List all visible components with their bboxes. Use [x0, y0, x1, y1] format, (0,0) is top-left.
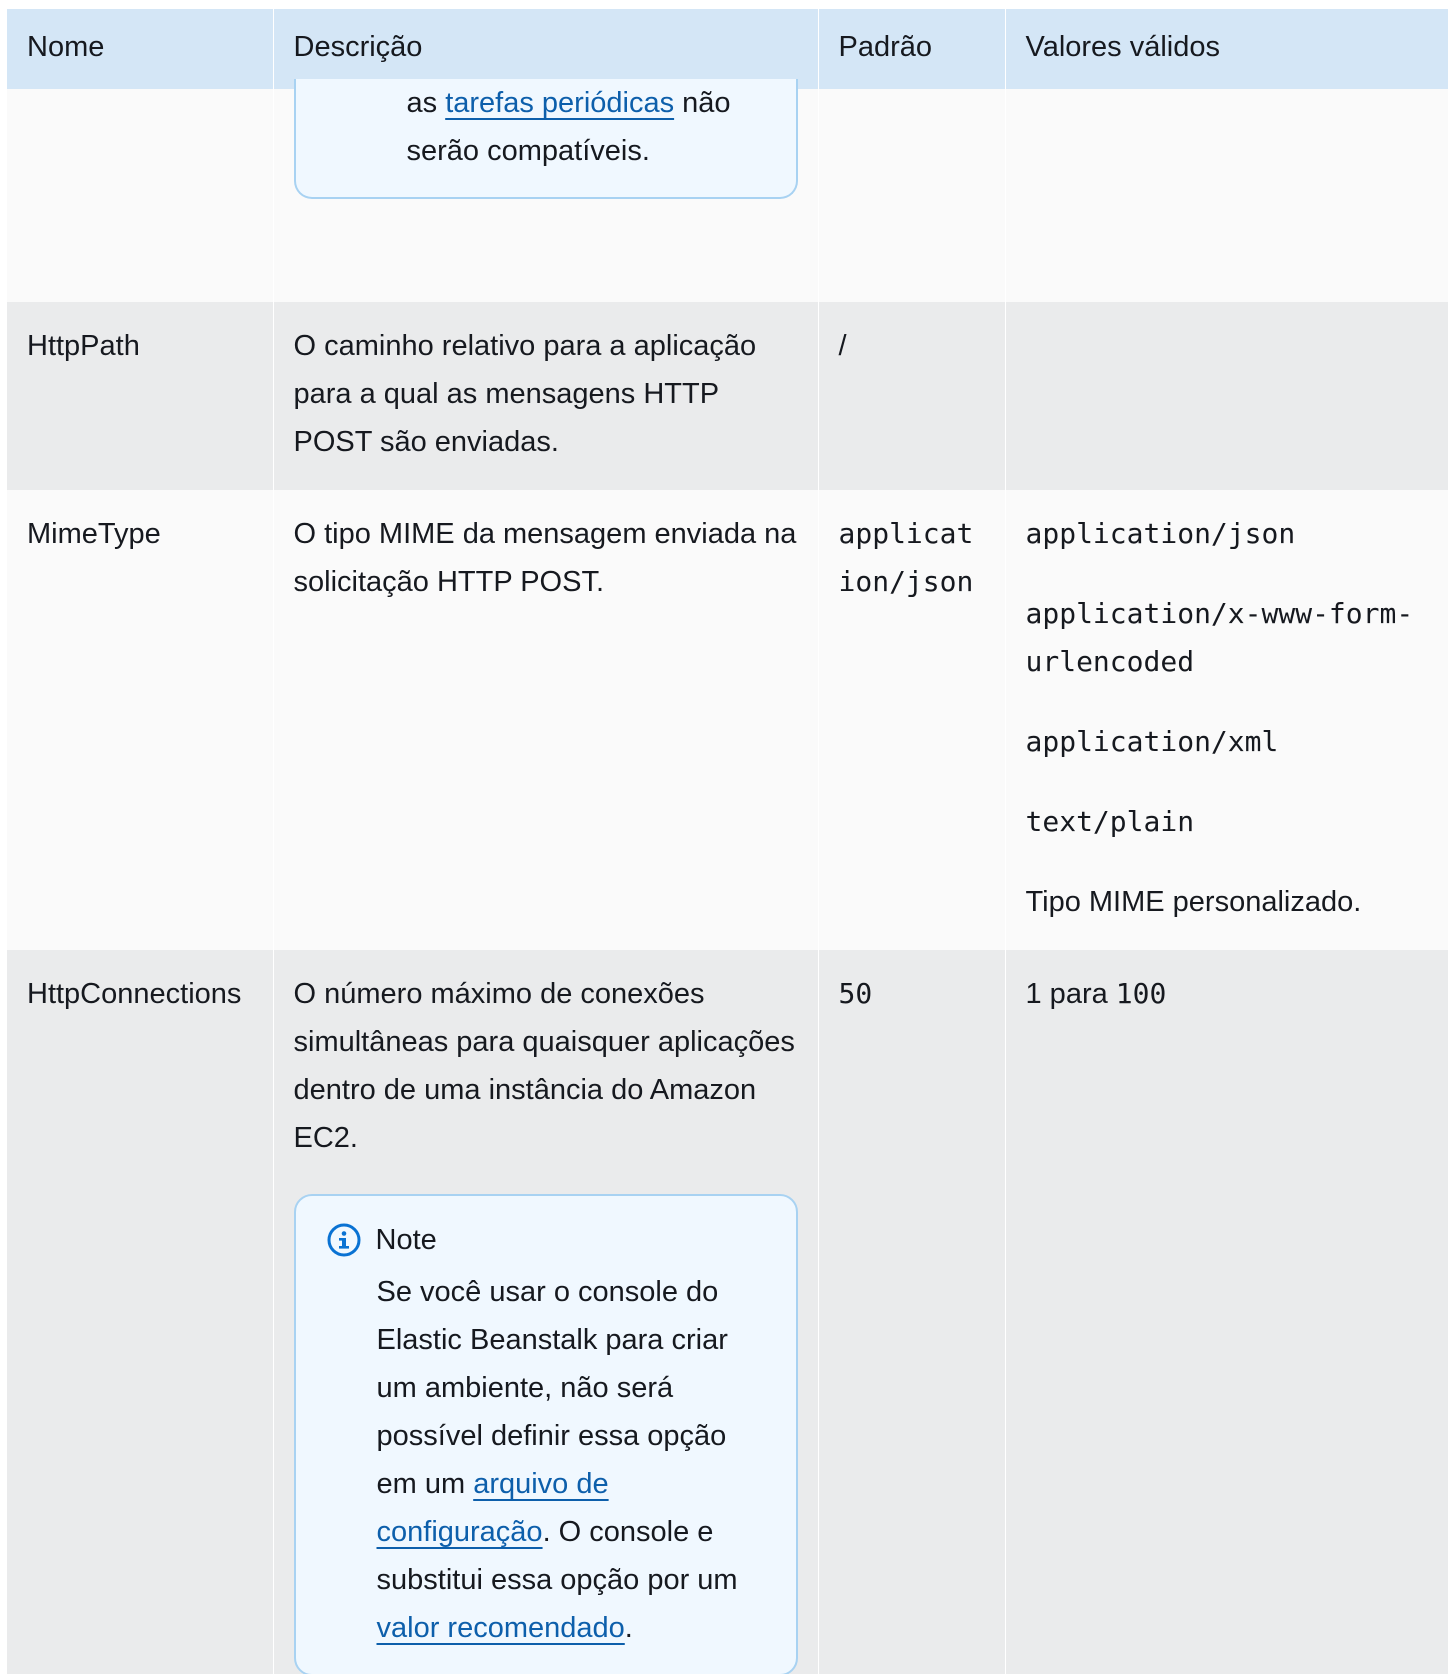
- note-text: as tarefas periódicas não serão compatív…: [406, 87, 731, 167]
- cell-name: MimeType: [7, 490, 273, 950]
- range-max-code: 100: [1115, 977, 1167, 1010]
- valid-value: application/xml: [1025, 725, 1279, 758]
- cell-default: [817, 89, 1005, 302]
- cell-valid-values: [1004, 302, 1448, 490]
- default-code: application/json: [838, 517, 974, 598]
- valid-value: application/x-www-form-urlencoded: [1025, 597, 1414, 678]
- note-box: Note Se você usar o console do Elastic B…: [293, 1194, 798, 1674]
- cell-name: HttpPath: [7, 302, 273, 490]
- table-row: HttpConnections O número máximo de conex…: [7, 950, 1448, 1674]
- header-name: Nome: [7, 9, 273, 89]
- table-row: HttpPath O caminho relativo para a aplic…: [7, 302, 1448, 490]
- cell-default: application/json: [817, 490, 1005, 950]
- cell-description: as tarefas periódicas não serão compatív…: [272, 79, 818, 302]
- note-box: as tarefas periódicas não serão compatív…: [293, 79, 798, 199]
- cell-default: /: [817, 302, 1005, 490]
- cell-description: O tipo MIME da mensagem enviada na solic…: [272, 490, 818, 950]
- header-description: Descrição: [272, 9, 818, 89]
- header-default: Padrão: [817, 9, 1005, 89]
- note-text: Se você usar o console do Elastic Beanst…: [376, 1276, 738, 1644]
- cell-valid-values: [1004, 89, 1448, 302]
- header-valid-values: Valores válidos: [1004, 9, 1448, 89]
- valid-value: Tipo MIME personalizado.: [1025, 886, 1362, 918]
- table-header-row: Nome Descrição Padrão Valores válidos: [7, 9, 1448, 89]
- recommended-value-link[interactable]: valor recomendado: [377, 1612, 625, 1644]
- range-prefix: 1 para: [1025, 978, 1116, 1010]
- note-header: Note: [326, 1216, 756, 1264]
- cell-default: 50: [817, 950, 1005, 1674]
- cell-valid-values: 1 para 100: [1004, 950, 1448, 1674]
- default-code: 50: [838, 977, 873, 1010]
- cell-name: [7, 89, 273, 302]
- note-title: Note: [375, 1224, 437, 1256]
- cell-description: O número máximo de conexões simultâneas …: [272, 950, 818, 1674]
- info-icon: [326, 1222, 362, 1258]
- cell-valid-values: application/json application/x-www-form-…: [1004, 490, 1448, 950]
- options-table: Nome Descrição Padrão Valores válidos as…: [7, 9, 1448, 1674]
- cell-description: O caminho relativo para a aplicação para…: [272, 302, 818, 490]
- cell-name: HttpConnections: [7, 950, 273, 1674]
- periodic-tasks-link[interactable]: tarefas periódicas: [445, 87, 674, 119]
- valid-values-list: application/json application/x-www-form-…: [1026, 510, 1429, 926]
- valid-value: text/plain: [1025, 805, 1195, 838]
- options-table-container: Nome Descrição Padrão Valores válidos as…: [7, 9, 1448, 1674]
- option-name: HttpConnections: [27, 978, 242, 1010]
- description-text: O número máximo de conexões simultâneas …: [293, 978, 795, 1154]
- table-row: as tarefas periódicas não serão compatív…: [7, 79, 1448, 302]
- table-row: MimeType O tipo MIME da mensagem enviada…: [7, 490, 1448, 950]
- valid-value: application/json: [1025, 517, 1296, 550]
